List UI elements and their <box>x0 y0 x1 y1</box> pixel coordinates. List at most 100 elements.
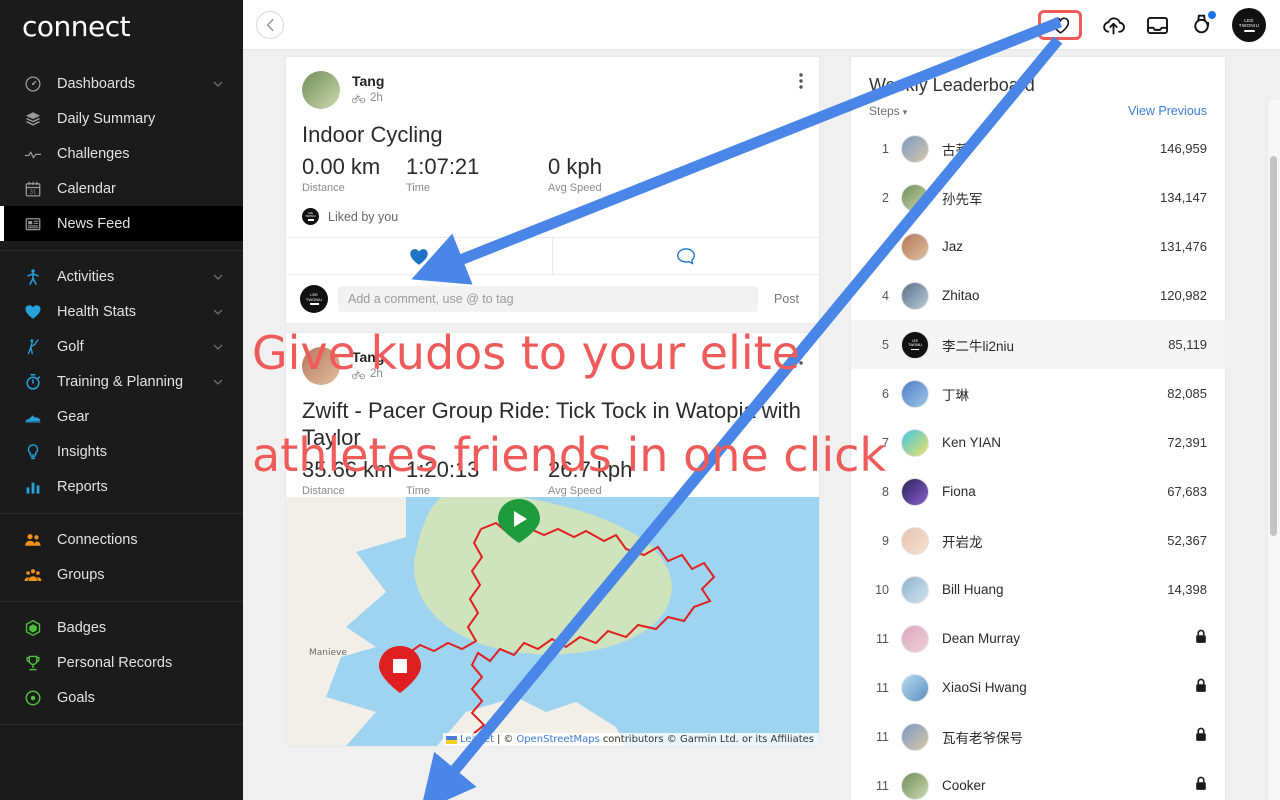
activity-user-name[interactable]: Tang <box>352 349 384 365</box>
activity-stats: 0.00 km Distance 1:07:21 Time 0 kph Avg … <box>286 148 819 194</box>
leaderboard-avatar[interactable] <box>901 722 929 751</box>
kudos-button[interactable] <box>1038 10 1082 40</box>
sidebar-item-golf[interactable]: Golf <box>0 329 243 364</box>
leaderboard-row[interactable]: 11 瓦有老爷保号 <box>851 712 1225 761</box>
leaderboard-rank: 4 <box>882 288 889 303</box>
leaderboard-avatar[interactable] <box>901 771 929 800</box>
scrollbar-track[interactable] <box>1267 100 1280 800</box>
leaderboard-row[interactable]: 11 Dean Murray <box>851 614 1225 663</box>
bulb-icon <box>27 443 39 459</box>
leaderboard-row[interactable]: 8 Fiona 67,683 <box>851 467 1225 516</box>
sidebar-item-label: Gear <box>57 408 90 425</box>
device-watch-button[interactable] <box>1188 11 1216 38</box>
leaderboard-row[interactable]: 11 Cooker <box>851 761 1225 800</box>
brand-logo[interactable]: connect <box>0 0 243 52</box>
chevron-down-icon[interactable] <box>207 344 229 350</box>
activity-options-button[interactable] <box>799 349 803 370</box>
activity-card: Tang 2h Zwift - Pacer Group Ride: Tick T… <box>285 332 820 747</box>
calendar-icon: 31 <box>25 181 41 197</box>
avatar[interactable] <box>302 347 340 385</box>
sidebar-item-goals[interactable]: Goals <box>0 680 243 715</box>
sidebar-item-insights[interactable]: Insights <box>0 434 243 469</box>
leaderboard-avatar[interactable] <box>901 379 929 408</box>
avatar-bar <box>1243 30 1255 32</box>
leaderboard-row[interactable]: 10 Bill Huang 14,398 <box>851 565 1225 614</box>
leaderboard-row[interactable]: 7 Ken YIAN 72,391 <box>851 418 1225 467</box>
sidebar-item-calendar[interactable]: 31 Calendar <box>0 171 243 206</box>
sidebar-item-daily-summary[interactable]: Daily Summary <box>0 101 243 136</box>
leaderboard-avatar[interactable] <box>901 183 929 212</box>
back-button[interactable] <box>256 11 284 39</box>
speedometer-icon <box>25 75 41 92</box>
sidebar-item-badges[interactable]: Badges <box>0 610 243 645</box>
leaderboard-avatar[interactable] <box>901 428 929 457</box>
leaderboard-avatar[interactable] <box>901 232 929 261</box>
activity-map[interactable]: Manieve Leaflet | © OpenStreetMaps contr… <box>286 497 819 746</box>
leaderboard-avatar[interactable]: LEE TWONIU <box>901 330 929 359</box>
osm-link[interactable]: OpenStreetMaps <box>516 734 599 745</box>
leaderboard-rank: 5 <box>882 337 889 352</box>
activity-title[interactable]: Indoor Cycling <box>286 109 819 148</box>
bulb-icon <box>22 441 44 463</box>
sidebar-item-personal-records[interactable]: Personal Records <box>0 645 243 680</box>
leaderboard-row[interactable]: 9 开岩龙 52,367 <box>851 516 1225 565</box>
activity-options-button[interactable] <box>799 73 803 94</box>
leaderboard-avatar[interactable] <box>901 526 929 555</box>
sidebar-item-gear[interactable]: Gear <box>0 399 243 434</box>
shoe-icon <box>25 414 41 423</box>
activity-time: 2h <box>370 368 383 380</box>
sidebar-item-connections[interactable]: Connections <box>0 522 243 557</box>
leaderboard-rank: 11 <box>876 729 889 744</box>
leaderboard-avatar[interactable] <box>901 673 929 702</box>
comment-button[interactable] <box>552 238 819 274</box>
comment-input[interactable] <box>338 286 758 312</box>
activity-user-name[interactable]: Tang <box>352 73 384 89</box>
leaderboard-avatar[interactable] <box>901 281 929 310</box>
user-avatar[interactable]: LEE TWONIU <box>1232 8 1266 42</box>
chevron-down-icon[interactable] <box>207 274 229 280</box>
like-button[interactable] <box>286 238 552 274</box>
post-comment-button[interactable]: Post <box>768 292 805 306</box>
lock-icon <box>1195 776 1207 796</box>
leaderboard-row[interactable]: 1 古蒂 146,959 <box>851 124 1225 173</box>
activity-meta: 2h <box>352 92 384 104</box>
sidebar-item-challenges[interactable]: Challenges <box>0 136 243 171</box>
sidebar-item-groups[interactable]: Groups <box>0 557 243 592</box>
leaderboard-row[interactable]: 2 孙先军 134,147 <box>851 173 1225 222</box>
leaderboard-avatar[interactable] <box>901 624 929 653</box>
hexbadge-icon <box>22 617 44 639</box>
leaderboard-value: 131,476 <box>1160 239 1207 254</box>
leaderboard-name: 古蒂 <box>942 142 969 158</box>
sidebar-item-news-feed[interactable]: News Feed <box>0 206 243 241</box>
leaderboard-row[interactable]: 5 LEE TWONIU 李二牛li2niu 85,119 <box>851 320 1225 369</box>
inbox-button[interactable] <box>1144 12 1170 38</box>
leaderboard-avatar[interactable] <box>901 134 929 163</box>
sidebar-item-label: Personal Records <box>57 654 173 671</box>
sidebar-item-health-stats[interactable]: Health Stats <box>0 294 243 329</box>
activity-stat-label: Distance <box>302 182 345 194</box>
leaderboard-value: 82,085 <box>1167 386 1207 401</box>
chevron-down-icon[interactable] <box>207 309 229 315</box>
leaderboard-row[interactable]: 11 XiaoSi Hwang <box>851 663 1225 712</box>
scrollbar-thumb[interactable] <box>1270 156 1277 536</box>
sidebar-item-activities[interactable]: Activities <box>0 259 243 294</box>
leaderboard-avatar[interactable] <box>901 575 929 604</box>
chevron-down-icon[interactable] <box>207 81 229 87</box>
leaderboard-filter-dropdown[interactable]: Steps ▾ <box>869 104 907 118</box>
view-previous-link[interactable]: View Previous <box>1128 104 1207 118</box>
sidebar-nav: Dashboards Daily Summary Challenges 31 Cal… <box>0 52 243 725</box>
chevron-down-icon[interactable] <box>207 379 229 385</box>
cloud-upload-button[interactable] <box>1100 12 1126 38</box>
leaderboard-row[interactable]: 6 丁琳 82,085 <box>851 369 1225 418</box>
leaderboard-row[interactable]: 3 Jaz 131,476 <box>851 222 1225 271</box>
sidebar-item-reports[interactable]: Reports <box>0 469 243 504</box>
leaflet-link[interactable]: Leaflet <box>460 734 494 745</box>
activity-title[interactable]: Zwift - Pacer Group Ride: Tick Tock in W… <box>286 385 819 451</box>
leaderboard-row[interactable]: 4 Zhitao 120,982 <box>851 271 1225 320</box>
avatar[interactable] <box>302 71 340 109</box>
sidebar-item-label: Golf <box>57 338 84 355</box>
leaderboard-avatar[interactable] <box>901 477 929 506</box>
lock-icon <box>1196 629 1206 643</box>
sidebar-item-dashboards[interactable]: Dashboards <box>0 66 243 101</box>
sidebar-item-training-planning[interactable]: Training & Planning <box>0 364 243 399</box>
